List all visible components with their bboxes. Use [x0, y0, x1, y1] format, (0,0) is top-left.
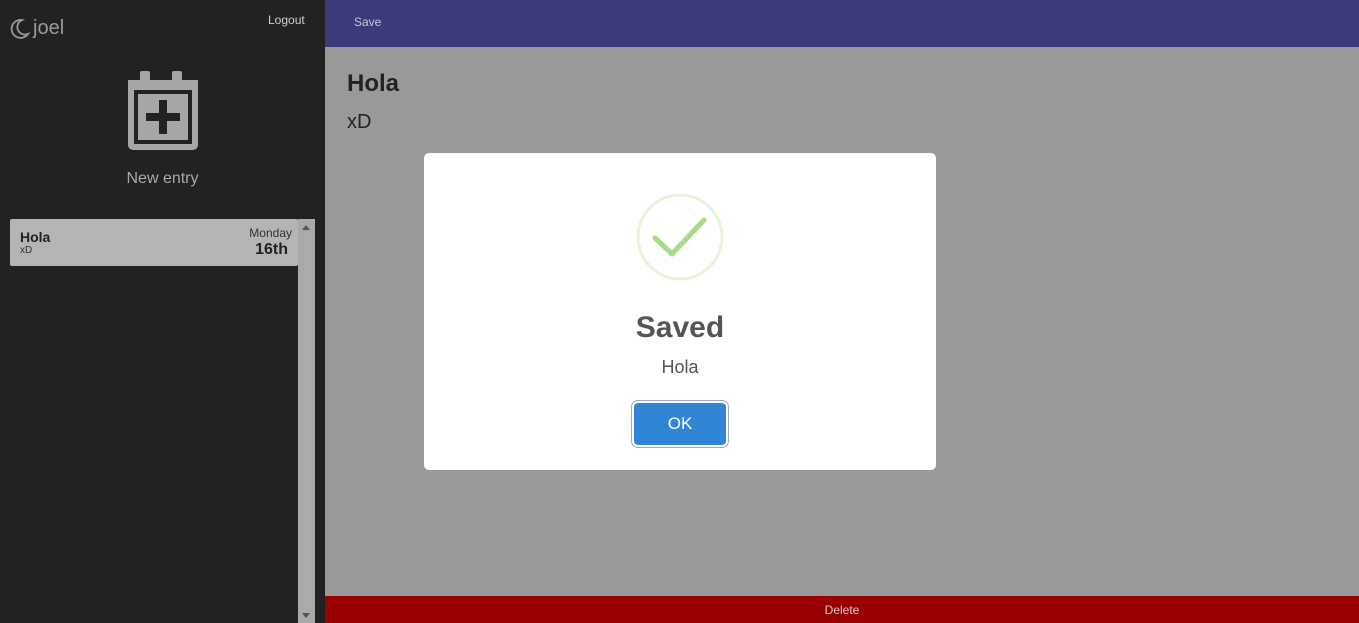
- new-entry-label: New entry: [126, 170, 199, 187]
- scroll-down-icon[interactable]: [302, 613, 310, 618]
- entry-list: Hola xD Monday 16th: [0, 219, 298, 623]
- entry-date: 16th: [255, 241, 288, 258]
- dialog-text: Hola: [661, 357, 699, 377]
- dialog-title: Saved: [635, 311, 725, 344]
- entry-title: Hola: [20, 229, 51, 245]
- scroll-up-icon[interactable]: [302, 225, 310, 230]
- delete-label: Delete: [824, 603, 860, 617]
- success-check-icon: [636, 193, 724, 281]
- delete-button[interactable]: Delete: [325, 596, 1359, 623]
- moon-icon: [10, 18, 30, 39]
- new-entry-button[interactable]: New entry: [0, 68, 325, 188]
- ok-button[interactable]: OK: [634, 403, 726, 445]
- save-button[interactable]: Save: [354, 15, 381, 29]
- brand: joel: [10, 17, 64, 40]
- document-title[interactable]: Hola: [347, 70, 399, 98]
- calendar-plus-icon: [127, 71, 198, 150]
- brand-name: joel: [33, 17, 65, 39]
- list-item[interactable]: Hola xD Monday 16th: [10, 219, 298, 266]
- saved-dialog: Saved Hola OK: [424, 153, 936, 470]
- logout-link[interactable]: Logout: [268, 13, 305, 27]
- entry-preview: xD: [20, 245, 33, 256]
- sidebar: joel Logout New entry Hola xD Monday 16t…: [0, 0, 325, 623]
- entry-list-scrollbar[interactable]: [298, 219, 315, 623]
- top-toolbar: Save: [325, 0, 1359, 47]
- document-body[interactable]: xD: [347, 111, 371, 134]
- entry-day: Monday: [249, 226, 292, 240]
